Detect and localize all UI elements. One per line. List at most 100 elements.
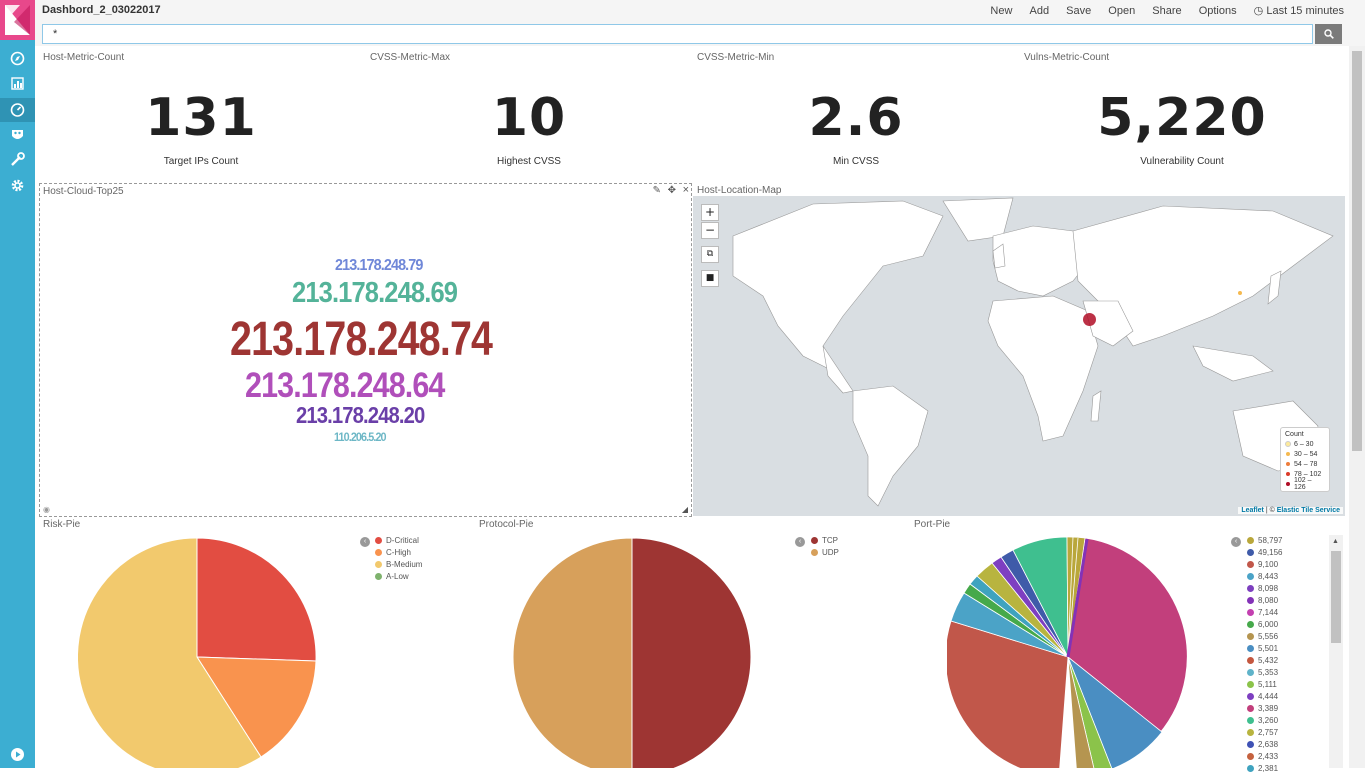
legend-item[interactable]: 58,797 — [1247, 534, 1282, 546]
zoom-in-button[interactable]: + — [701, 204, 719, 221]
cloud-word[interactable]: 110.206.5.20 — [334, 430, 387, 444]
legend-item[interactable]: 6,000 — [1247, 618, 1282, 630]
map-marker[interactable] — [1238, 291, 1242, 295]
cloud-word[interactable]: 213.178.248.64 — [245, 366, 445, 406]
close-icon[interactable]: × — [683, 184, 689, 196]
edit-pencil-icon[interactable]: ✎ — [653, 185, 661, 196]
resize-handle-icon[interactable]: ◢ — [682, 505, 688, 514]
open-button[interactable]: Open — [1108, 5, 1135, 17]
port-legend-scrollbar[interactable]: ▲ — [1329, 535, 1343, 768]
cloud-word[interactable]: 213.178.248.74 — [230, 312, 493, 367]
legend-item[interactable]: 3,260 — [1247, 714, 1282, 726]
legend-row: 6 – 30 — [1285, 439, 1325, 449]
legend-toggle-icon[interactable]: ‹ — [360, 537, 370, 547]
legend-item[interactable]: 3,389 — [1247, 702, 1282, 714]
info-icon[interactable]: ◉ — [43, 505, 50, 514]
legend-item[interactable]: 49,156 — [1247, 546, 1282, 558]
legend-item[interactable]: 5,501 — [1247, 642, 1282, 654]
cloud-word[interactable]: 213.178.248.79 — [335, 257, 423, 275]
options-button[interactable]: Options — [1199, 5, 1237, 17]
leaflet-link[interactable]: Leaflet — [1241, 507, 1264, 514]
map-legend: Count 6 – 30 30 – 54 54 – 78 78 – 102 10… — [1280, 427, 1330, 492]
legend-swatch — [1247, 572, 1254, 580]
legend-item[interactable]: 9,100 — [1247, 558, 1282, 570]
attribution-separator: | © — [1263, 507, 1277, 514]
draw-square-icon[interactable]: ■ — [701, 270, 719, 287]
legend-swatch — [1247, 644, 1254, 652]
protocol-slice-udp[interactable] — [512, 537, 633, 768]
legend-label: 54 – 78 — [1294, 460, 1318, 468]
add-button[interactable]: Add — [1030, 5, 1050, 17]
metric-value-vuln-count: 5,220 — [1097, 88, 1267, 148]
metric-panel-title: CVSS-Metric-Max — [370, 52, 451, 63]
time-picker[interactable]: ◷ Last 15 minutes — [1254, 5, 1344, 17]
legend-item[interactable]: 2,638 — [1247, 738, 1282, 750]
scroll-up-icon[interactable]: ▲ — [1332, 538, 1339, 545]
scrollbar-thumb[interactable] — [1331, 551, 1341, 643]
legend-item[interactable]: 2,757 — [1247, 726, 1282, 738]
legend-item[interactable]: 2,381 — [1247, 762, 1282, 774]
legend-toggle-icon[interactable]: ‹ — [795, 537, 805, 547]
legend-swatch — [1247, 740, 1254, 748]
legend-item[interactable]: D-Critical — [375, 534, 422, 546]
search-query-input[interactable]: * — [42, 24, 1313, 44]
metric-label: Min CVSS — [832, 156, 880, 167]
world-map[interactable]: + − ⧉ ■ Count 6 – 30 30 – 54 54 – 78 78 … — [693, 196, 1345, 516]
timelion-icon[interactable] — [9, 126, 26, 143]
legend-item[interactable]: 8,443 — [1247, 570, 1282, 582]
management-gear-icon[interactable] — [9, 177, 26, 194]
legend-toggle-icon[interactable]: ‹ — [1231, 537, 1241, 547]
protocol-slice-tcp[interactable] — [631, 537, 752, 768]
risk-pie-chart — [78, 537, 317, 768]
fit-bounds-icon[interactable]: ⧉ — [701, 246, 719, 263]
legend-swatch — [375, 548, 382, 556]
share-button[interactable]: Share — [1152, 5, 1181, 17]
risk-pie-legend: D-Critical C-High B-Medium A-Low — [375, 534, 422, 582]
query-bar: * — [35, 22, 1365, 46]
collapse-play-icon[interactable] — [9, 746, 26, 763]
metric-label: Vulnerability Count — [1140, 156, 1224, 167]
map-marker[interactable] — [1083, 313, 1096, 326]
legend-item[interactable]: 7,144 — [1247, 606, 1282, 618]
legend-swatch — [1247, 608, 1254, 616]
move-icon[interactable]: ✥ — [668, 185, 676, 196]
sidebar — [0, 0, 35, 768]
legend-item[interactable]: C-High — [375, 546, 422, 558]
legend-item[interactable]: UDP — [811, 546, 839, 558]
world-map-tiles — [732, 197, 1334, 507]
dashboard-icon[interactable] — [0, 98, 35, 122]
legend-swatch — [1285, 441, 1291, 447]
cloud-word[interactable]: 213.178.248.20 — [296, 402, 425, 429]
legend-item[interactable]: 5,111 — [1247, 678, 1282, 690]
legend-item[interactable]: 8,098 — [1247, 582, 1282, 594]
legend-item[interactable]: A-Low — [375, 570, 422, 582]
page-scrollbar[interactable] — [1349, 46, 1365, 768]
risk-slice-critical[interactable] — [196, 537, 317, 662]
protocol-pie-legend: TCP UDP — [811, 534, 839, 558]
legend-item[interactable]: 5,556 — [1247, 630, 1282, 642]
scrollbar-thumb[interactable] — [1352, 51, 1362, 451]
legend-row: 102 – 126 — [1285, 477, 1325, 491]
legend-item[interactable]: 5,432 — [1247, 654, 1282, 666]
zoom-out-button[interactable]: − — [701, 222, 719, 239]
legend-label: 5,432 — [1258, 655, 1279, 665]
save-button[interactable]: Save — [1066, 5, 1091, 17]
legend-swatch — [1247, 536, 1254, 544]
legend-item[interactable]: 5,353 — [1247, 666, 1282, 678]
visualize-icon[interactable] — [9, 75, 26, 92]
dev-tools-icon[interactable] — [9, 151, 26, 168]
search-button[interactable] — [1315, 24, 1342, 44]
cloud-word[interactable]: 213.178.248.69 — [292, 277, 458, 310]
legend-item[interactable]: 4,444 — [1247, 690, 1282, 702]
discover-icon[interactable] — [9, 50, 26, 67]
tile-service-link[interactable]: Elastic Tile Service — [1277, 507, 1340, 514]
cloud-panel-title: Host-Cloud-Top25 — [43, 186, 124, 197]
legend-item[interactable]: TCP — [811, 534, 839, 546]
legend-item[interactable]: B-Medium — [375, 558, 422, 570]
kibana-logo[interactable] — [0, 0, 35, 40]
new-button[interactable]: New — [990, 5, 1012, 17]
legend-item[interactable]: 8,080 — [1247, 594, 1282, 606]
legend-item[interactable]: 2,433 — [1247, 750, 1282, 762]
legend-swatch — [1247, 632, 1254, 640]
legend-label: 3,260 — [1258, 715, 1279, 725]
